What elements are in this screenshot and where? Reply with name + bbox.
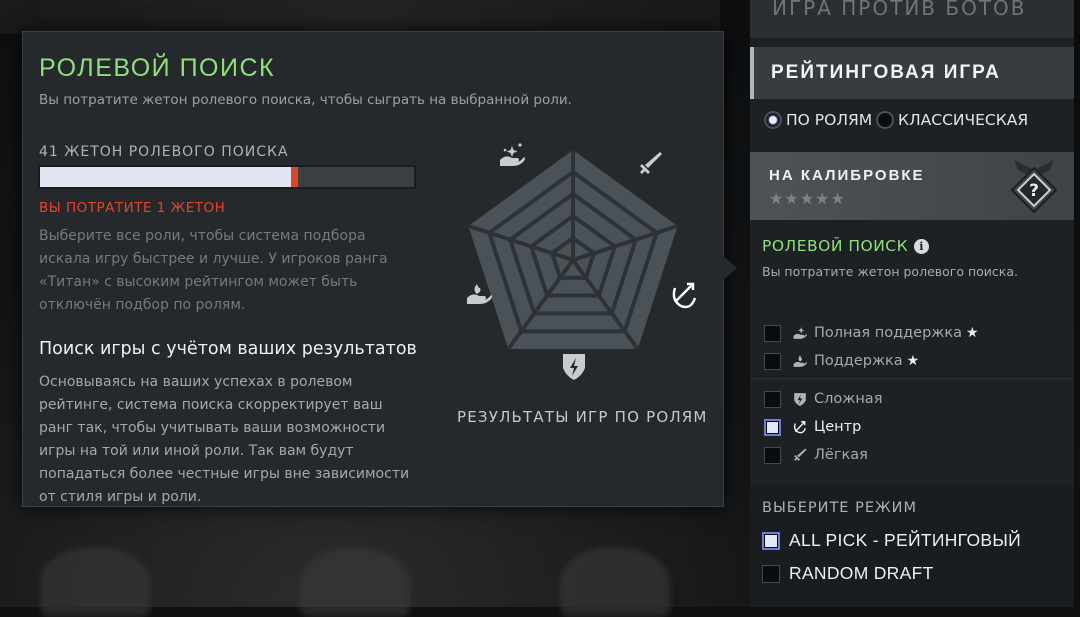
token-progress-bar [38, 165, 416, 189]
checkbox[interactable] [764, 324, 781, 342]
radio-classic-queue[interactable]: КЛАССИЧЕСКАЯ [876, 111, 1028, 129]
mode-all-pick-ranked[interactable]: ALL PICK - РЕЙТИНГОВЫЙ [762, 530, 1021, 551]
role-checkbox-safelane[interactable]: Лёгкая [764, 444, 868, 466]
hand-sparkle-icon [793, 327, 807, 339]
medal-question-mark: ? [1029, 181, 1039, 201]
mode-label: ALL PICK - РЕЙТИНГОВЫЙ [789, 530, 1022, 550]
token-spend-marker [291, 167, 299, 187]
calibration-banner: НА КАЛИБРОВКЕ ★★★★★ ? [750, 152, 1074, 220]
tooltip-subtitle: Вы потратите жетон ролевого поиска, чтоб… [39, 92, 572, 108]
star-icon: ★ [965, 325, 979, 341]
radio-indicator[interactable] [764, 111, 782, 129]
hand-flame-icon [793, 355, 807, 367]
radio-label: КЛАССИЧЕСКАЯ [898, 111, 1029, 129]
tooltip-title: РОЛЕВОЙ ПОИСК [39, 54, 276, 82]
role-label: Центр [814, 419, 862, 435]
mode-label: RANDOM DRAFT [789, 563, 934, 583]
role-search-tooltip: РОЛЕВОЙ ПОИСК Вы потратите жетон ролевог… [22, 31, 737, 507]
radio-label: ПО РОЛЯМ [786, 111, 873, 129]
shield-icon [563, 354, 585, 380]
shield-icon [794, 393, 806, 406]
sword-icon [794, 448, 807, 461]
mode-random-draft[interactable]: RANDOM DRAFT [762, 563, 934, 584]
sword-icon [640, 152, 662, 174]
matchmaking-side-panel: ИГРА ПРОТИВ БОТОВ РЕЙТИНГОВАЯ ИГРА ПО РО… [750, 0, 1074, 607]
role-search-title: РОЛЕВОЙ ПОИСК [762, 237, 909, 255]
tooltip-paragraph-performance: Основываясь на ваших успехах в ролевом р… [39, 374, 410, 505]
tooltip-arrow [723, 256, 737, 280]
role-checkbox-support[interactable]: Поддержка ★ [764, 350, 919, 372]
ranked-game-title: РЕЙТИНГОВАЯ ИГРА [771, 62, 1001, 83]
calibration-stars: ★★★★★ [769, 189, 846, 208]
checkbox[interactable] [764, 390, 781, 408]
checkbox[interactable] [762, 564, 780, 583]
role-checkbox-mid[interactable]: Центр [764, 416, 861, 438]
tooltip-paragraph-roles: Выберите все роли, чтобы система подбора… [39, 228, 388, 313]
tooltip-heading: Поиск игры с учётом ваших результатов [39, 339, 417, 359]
checkbox[interactable] [764, 446, 781, 464]
calibration-title: НА КАЛИБРОВКЕ [769, 167, 925, 184]
bot-match-option[interactable]: ИГРА ПРОТИВ БОТОВ [750, 0, 1074, 38]
role-label: Поддержка [814, 353, 903, 369]
info-icon[interactable]: i [914, 239, 930, 254]
role-label: Лёгкая [814, 447, 868, 463]
radio-role-queue[interactable]: ПО РОЛЯМ [764, 111, 872, 129]
role-results-label: РЕЗУЛЬТАТЫ ИГР ПО РОЛЯМ [457, 408, 708, 426]
role-search-subtitle: Вы потратите жетон ролевого поиска. [762, 264, 1018, 279]
checkbox[interactable] [762, 531, 780, 550]
bow-icon [793, 421, 806, 434]
token-spend-text: ВЫ ПОТРАТИТЕ 1 ЖЕТОН [39, 200, 226, 216]
divider [750, 378, 1074, 379]
checkbox[interactable] [764, 418, 781, 436]
hand-sparkle-icon [500, 143, 525, 166]
token-count-label: 41 ЖЕТОН РОЛЕВОГО ПОИСКА [39, 144, 289, 160]
role-checkbox-hard-support[interactable]: Полная поддержка ★ [764, 322, 979, 344]
star-icon: ★ [906, 353, 920, 369]
role-label: Полная поддержка [814, 325, 962, 341]
game-mode-title: ВЫБЕРИТЕ РЕЖИМ [762, 500, 917, 516]
uncalibrated-medal-icon: ? [1010, 160, 1058, 214]
ranked-game-header[interactable]: РЕЙТИНГОВАЯ ИГРА [750, 47, 1074, 99]
role-label: Сложная [814, 391, 883, 407]
role-results-radar-chart [467, 143, 697, 380]
radio-indicator[interactable] [876, 111, 894, 129]
bot-match-label: ИГРА ПРОТИВ БОТОВ [772, 0, 1027, 20]
role-search-section: РОЛЕВОЙ ПОИСК i [762, 237, 930, 255]
role-checkbox-offlane[interactable]: Сложная [764, 388, 882, 410]
checkbox[interactable] [764, 352, 781, 370]
token-progress-fill [40, 167, 295, 187]
background-art [0, 0, 720, 34]
bow-icon [672, 282, 697, 309]
